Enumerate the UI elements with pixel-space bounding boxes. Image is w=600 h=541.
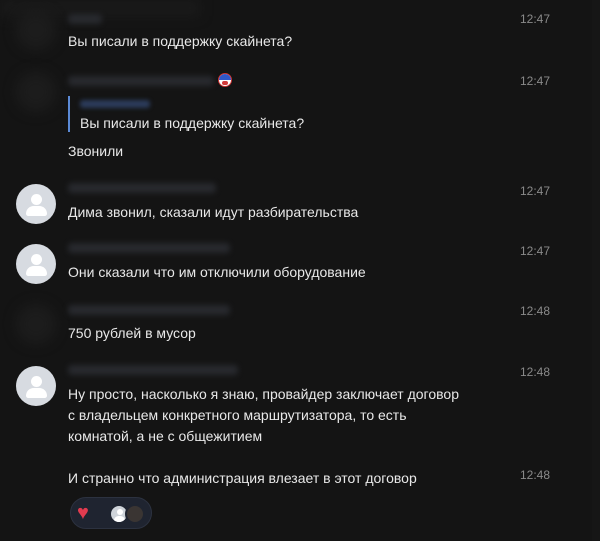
message[interactable]: 12:48 Ну просто, насколько я знаю, прова…: [0, 360, 600, 460]
message-text: 750 рублей в мусор: [68, 325, 196, 341]
quoted-sender: [80, 100, 150, 108]
message[interactable]: 12:47 Вы писали в поддержку скайнета? Зв…: [0, 62, 600, 170]
message-text-line: Ну просто, насколько я знаю, провайдер з…: [68, 386, 459, 402]
avatar[interactable]: [16, 184, 56, 224]
message[interactable]: 12:47 Дима звонил, сказали идут разбират…: [0, 180, 600, 240]
avatar[interactable]: [16, 304, 56, 344]
avatar[interactable]: [16, 72, 56, 112]
sender-name[interactable]: [68, 305, 230, 315]
reactions-bar[interactable]: ♥: [70, 497, 152, 529]
sender-name[interactable]: [68, 14, 102, 24]
sender-name[interactable]: [68, 365, 238, 375]
badge-icon: [218, 73, 232, 87]
message-text: Они сказали что им отключили оборудовани…: [68, 264, 366, 280]
sender-name[interactable]: [68, 243, 230, 253]
message[interactable]: 12:48 750 рублей в мусор: [0, 300, 600, 360]
message-text: Дима звонил, сказали идут разбирательств…: [68, 204, 359, 220]
message-time: 12:48: [519, 304, 550, 318]
message-time: 12:47: [519, 244, 550, 258]
message-time: 12:48: [519, 365, 550, 379]
reaction-avatar[interactable]: [125, 504, 145, 524]
message-time: 12:47: [519, 184, 550, 198]
avatar[interactable]: [16, 10, 56, 50]
message-text-line: комнатой, а не с общежитием: [68, 428, 263, 444]
scrollbar[interactable]: [592, 0, 600, 541]
sender-name[interactable]: [68, 183, 216, 193]
avatar[interactable]: [16, 244, 56, 284]
message[interactable]: 12:47 Они сказали что им отключили обору…: [0, 240, 600, 300]
sender-name[interactable]: [68, 76, 214, 86]
heart-icon[interactable]: ♥: [77, 503, 89, 523]
message-text: Звонили: [68, 143, 124, 159]
message-text: И странно что администрация влезает в эт…: [68, 470, 417, 486]
message-time: 12:47: [519, 12, 550, 26]
chat-history: Вы писали в поддержку скайнета? 12:47 12…: [0, 0, 600, 541]
message[interactable]: Вы писали в поддержку скайнета? 12:47: [0, 0, 600, 60]
avatar[interactable]: [16, 366, 56, 406]
message-text-line: с владельцем конкретного маршрутизатора,…: [68, 407, 407, 423]
reply-quote[interactable]: Вы писали в поддержку скайнета?: [68, 96, 304, 132]
message-text: Вы писали в поддержку скайнета?: [68, 33, 293, 49]
message-time: 12:48: [519, 468, 550, 482]
message-time: 12:47: [519, 74, 550, 88]
quoted-text: Вы писали в поддержку скайнета?: [80, 115, 305, 131]
